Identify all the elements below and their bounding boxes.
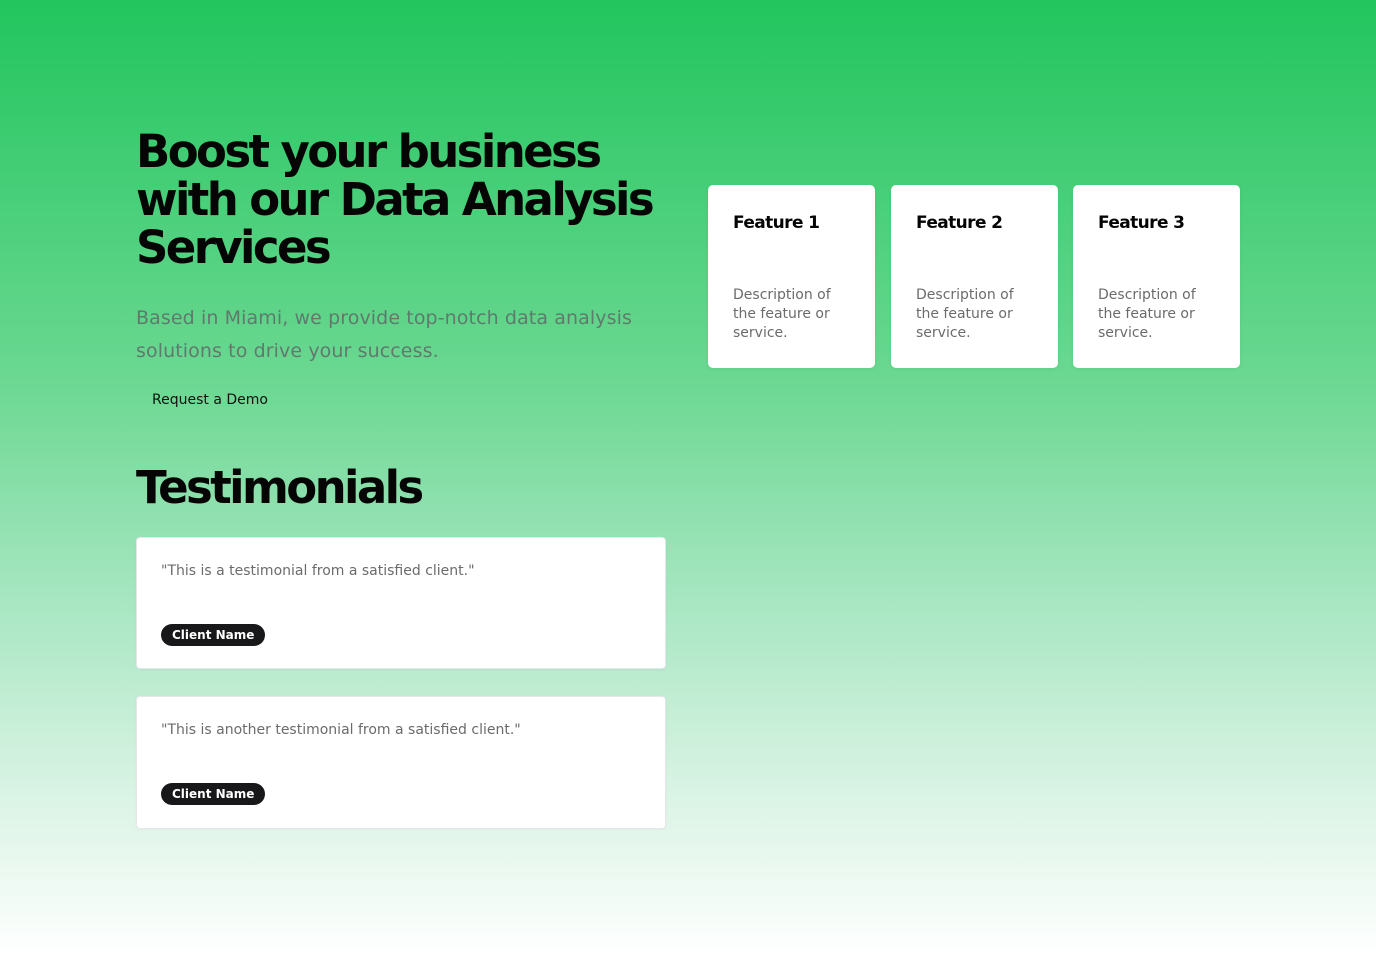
testimonial-quote: "This is another testimonial from a sati… — [161, 722, 521, 738]
feature-title: Feature 2 — [916, 213, 1003, 233]
hero-section: Boost your business with our Data Analys… — [136, 125, 668, 409]
feature-card-3: Feature 3 Description of the feature or … — [1073, 185, 1240, 368]
feature-description: Description of the feature or service. — [1098, 287, 1196, 341]
feature-card-2: Feature 2 Description of the feature or … — [891, 185, 1058, 368]
feature-title: Feature 1 — [733, 213, 820, 233]
feature-card-1: Feature 1 Description of the feature or … — [708, 185, 875, 368]
testimonials-title: Testimonials — [136, 461, 424, 514]
testimonial-card: "This is a testimonial from a satisfied … — [136, 537, 666, 669]
testimonial-quote: "This is a testimonial from a satisfied … — [161, 563, 475, 579]
testimonial-card: "This is another testimonial from a sati… — [136, 696, 666, 829]
client-name-badge: Client Name — [161, 783, 266, 805]
feature-description: Description of the feature or service. — [733, 287, 831, 341]
feature-title: Feature 3 — [1098, 213, 1185, 233]
feature-description: Description of the feature or service. — [916, 287, 1014, 341]
hero-headline: Boost your business with our Data Analys… — [136, 125, 655, 274]
hero-subtitle: Based in Miami, we provide top-notch dat… — [136, 307, 632, 362]
client-name-badge: Client Name — [161, 624, 266, 646]
request-demo-button[interactable]: Request a Demo — [152, 392, 268, 408]
